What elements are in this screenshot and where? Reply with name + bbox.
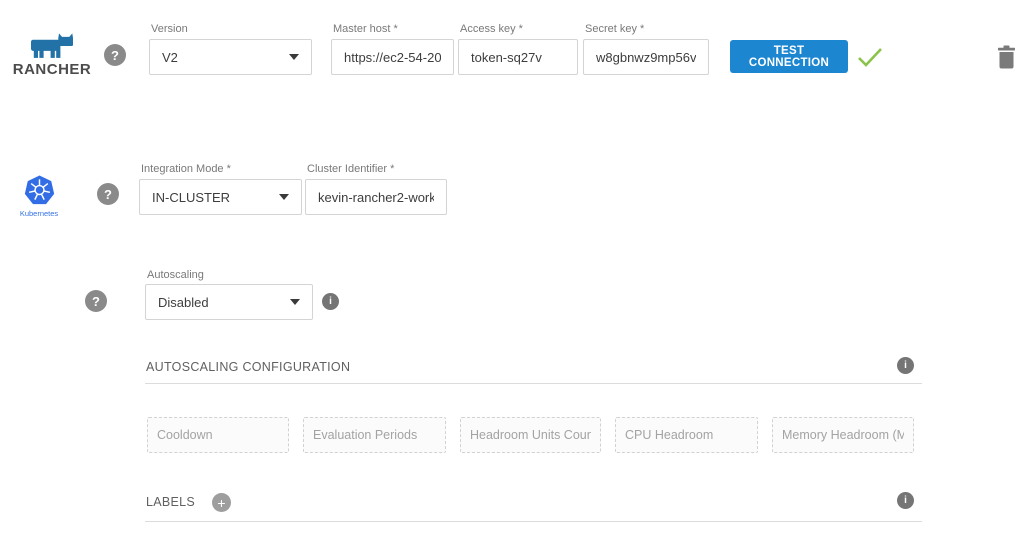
secret-key-label: Secret key * xyxy=(585,23,644,35)
info-glyph: i xyxy=(329,296,332,307)
plus-glyph: + xyxy=(217,495,225,511)
rancher-logo: RANCHER xyxy=(14,32,90,78)
chevron-down-icon xyxy=(289,54,299,60)
integration-mode-label: Integration Mode * xyxy=(141,163,231,175)
chevron-down-icon xyxy=(290,299,300,305)
add-label-button[interactable]: + xyxy=(212,493,231,512)
info-glyph: i xyxy=(904,495,907,506)
master-host-field xyxy=(331,39,454,75)
integration-mode-select[interactable]: IN-CLUSTER xyxy=(139,179,302,215)
integration-mode-value: IN-CLUSTER xyxy=(152,190,230,205)
cpu-headroom-field xyxy=(615,417,758,453)
cooldown-field xyxy=(147,417,289,453)
access-key-input[interactable] xyxy=(459,50,577,65)
info-glyph: i xyxy=(904,360,907,371)
secret-key-field xyxy=(583,39,709,75)
kubernetes-help-icon[interactable]: ? xyxy=(97,183,119,205)
evaluation-periods-field xyxy=(303,417,446,453)
help-glyph: ? xyxy=(92,294,100,309)
labels-title: LABELS xyxy=(146,495,195,509)
access-key-field xyxy=(458,39,578,75)
autoscaling-label: Autoscaling xyxy=(147,269,204,281)
autoscaling-value: Disabled xyxy=(158,295,209,310)
section-divider xyxy=(145,521,922,522)
test-connection-button[interactable]: TEST CONNECTION xyxy=(730,40,848,73)
section-divider xyxy=(145,383,922,384)
autoscaling-select[interactable]: Disabled xyxy=(145,284,313,320)
rancher-wordmark: RANCHER xyxy=(13,61,92,78)
kubernetes-helm-icon xyxy=(23,174,56,207)
access-key-label: Access key * xyxy=(460,23,523,35)
help-glyph: ? xyxy=(104,187,112,202)
cooldown-input xyxy=(148,428,288,442)
cpu-headroom-input xyxy=(616,428,757,442)
kubernetes-wordmark: Kubernetes xyxy=(20,209,58,218)
memory-headroom-input xyxy=(773,428,913,442)
delete-integration-button[interactable] xyxy=(998,45,1015,74)
headroom-units-count-field xyxy=(460,417,601,453)
rancher-bull-icon xyxy=(29,32,75,60)
cluster-identifier-input[interactable] xyxy=(306,190,446,205)
master-host-label: Master host * xyxy=(333,23,398,35)
memory-headroom-field xyxy=(772,417,914,453)
chevron-down-icon xyxy=(279,194,289,200)
version-label: Version xyxy=(151,23,188,35)
connection-success-check-icon xyxy=(857,46,883,68)
autoscaling-config-title: AUTOSCALING CONFIGURATION xyxy=(146,360,350,374)
labels-info-icon[interactable]: i xyxy=(897,492,914,509)
help-glyph: ? xyxy=(111,48,119,63)
headroom-units-count-input xyxy=(461,428,600,442)
cluster-identifier-label: Cluster Identifier * xyxy=(307,163,394,175)
autoscaling-config-info-icon[interactable]: i xyxy=(897,357,914,374)
integration-settings-panel: RANCHER ? Version V2 Master host * Acces… xyxy=(0,0,1024,550)
trash-icon xyxy=(998,45,1015,69)
secret-key-input[interactable] xyxy=(584,50,708,65)
cluster-identifier-field xyxy=(305,179,447,215)
master-host-input[interactable] xyxy=(332,50,453,65)
rancher-help-icon[interactable]: ? xyxy=(104,44,126,66)
version-select[interactable]: V2 xyxy=(149,39,312,75)
version-value: V2 xyxy=(162,50,178,65)
evaluation-periods-input xyxy=(304,428,445,442)
autoscaling-info-icon[interactable]: i xyxy=(322,293,339,310)
autoscaling-help-icon[interactable]: ? xyxy=(85,290,107,312)
kubernetes-logo: Kubernetes xyxy=(10,174,68,218)
